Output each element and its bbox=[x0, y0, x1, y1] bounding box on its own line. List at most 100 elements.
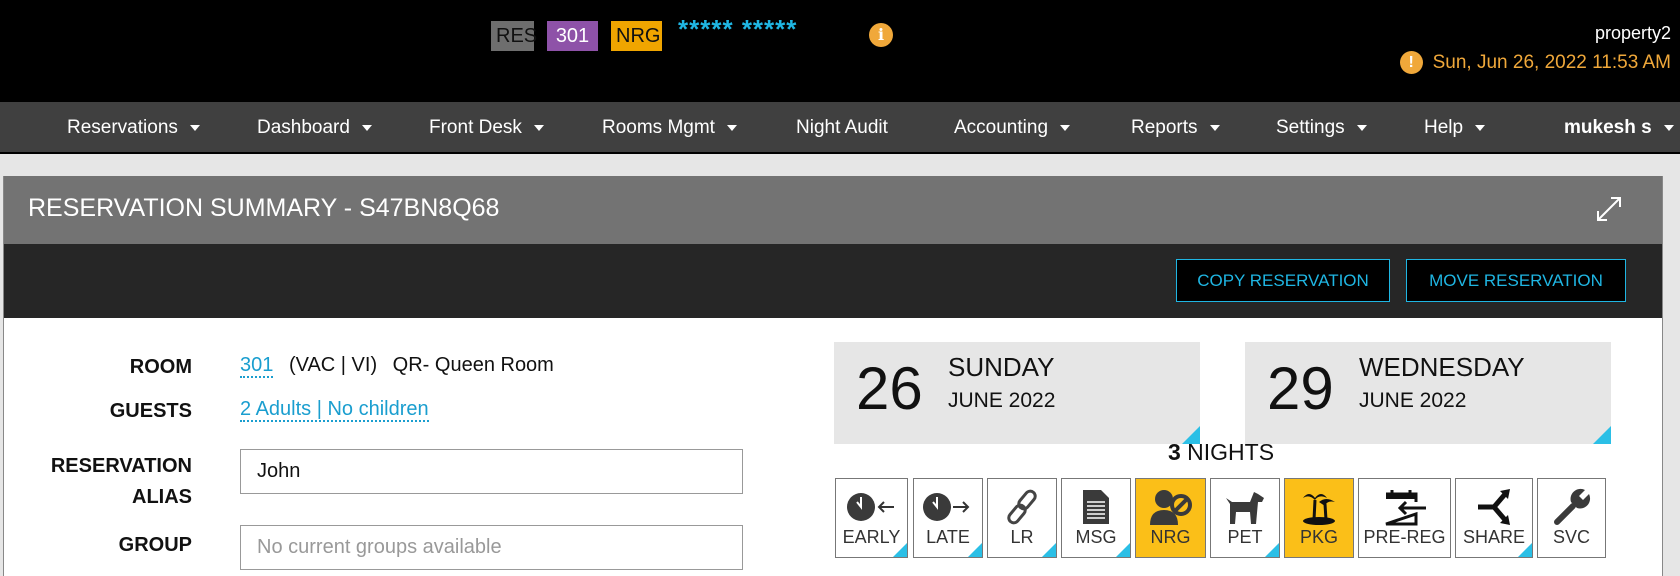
corner-indicator bbox=[1593, 426, 1611, 444]
caret-down-icon bbox=[1475, 124, 1486, 131]
arrival-date-card[interactable]: 26 SUNDAY JUNE 2022 bbox=[834, 342, 1200, 444]
guests-link[interactable]: 2 Adults | No children bbox=[240, 398, 429, 422]
user-blocked-icon bbox=[1149, 490, 1192, 525]
tile-late[interactable]: LATE bbox=[913, 478, 983, 558]
tile-nrg[interactable]: NRG bbox=[1135, 478, 1206, 558]
tile-lr[interactable]: LR bbox=[987, 478, 1057, 558]
nav-label: Settings bbox=[1276, 117, 1345, 138]
dog-icon bbox=[1226, 492, 1264, 524]
alias-label-line1: RESERVATION bbox=[50, 455, 192, 477]
corner-indicator bbox=[893, 543, 907, 557]
info-icon[interactable]: i bbox=[869, 23, 893, 47]
current-datetime: ! Sun, Jun 26, 2022 11:53 AM bbox=[1399, 51, 1671, 74]
caret-down-icon bbox=[1663, 124, 1674, 131]
document-icon bbox=[1083, 490, 1109, 524]
main-nav: Reservations Dashboard Front Desk Rooms … bbox=[0, 102, 1680, 154]
tile-pkg[interactable]: PKG bbox=[1284, 478, 1354, 558]
caret-down-icon bbox=[1060, 124, 1071, 131]
nav-label: Night Audit bbox=[796, 117, 888, 138]
clock-arrow-left-icon bbox=[846, 493, 894, 521]
corner-indicator bbox=[1042, 543, 1056, 557]
caret-down-icon bbox=[533, 124, 544, 131]
nav-label: Front Desk bbox=[429, 117, 522, 138]
guests-label: GUESTS bbox=[109, 400, 192, 422]
nav-rooms-mgmt[interactable]: Rooms Mgmt bbox=[602, 102, 737, 154]
copy-reservation-button[interactable]: COPY RESERVATION bbox=[1176, 259, 1390, 302]
nav-label: Dashboard bbox=[257, 117, 350, 138]
nav-user-menu[interactable]: mukesh s bbox=[1564, 102, 1674, 154]
nights-count: 3 NIGHTS bbox=[1036, 439, 1406, 466]
wrench-icon bbox=[1553, 488, 1590, 525]
panel-title: RESERVATION SUMMARY - S47BN8Q68 bbox=[28, 194, 500, 222]
clock-arrow-right-icon bbox=[923, 493, 970, 521]
corner-indicator bbox=[1518, 543, 1532, 557]
tile-label: PRE-REG bbox=[1363, 527, 1446, 547]
caret-down-icon bbox=[361, 124, 372, 131]
nav-reservations[interactable]: Reservations bbox=[67, 102, 200, 154]
expand-icon[interactable] bbox=[1594, 194, 1624, 224]
room-status: (VAC | VI) bbox=[288, 354, 378, 376]
corner-indicator bbox=[968, 543, 982, 557]
exclamation-icon[interactable]: ! bbox=[1399, 51, 1423, 74]
tile-pet[interactable]: PET bbox=[1210, 478, 1280, 558]
departure-date-card[interactable]: 29 WEDNESDAY JUNE 2022 bbox=[1245, 342, 1611, 444]
departure-month-year: JUNE 2022 bbox=[1359, 389, 1467, 412]
nav-settings[interactable]: Settings bbox=[1276, 102, 1367, 154]
tile-early[interactable]: EARLY bbox=[835, 478, 908, 558]
room-type: QR- Queen Room bbox=[392, 354, 554, 376]
departure-day: 29 bbox=[1267, 355, 1334, 422]
tile-label: SVC bbox=[1552, 527, 1590, 547]
reservation-summary-panel: RESERVATION SUMMARY - S47BN8Q68 COPY RES… bbox=[3, 176, 1663, 576]
arrival-day: 26 bbox=[856, 355, 923, 422]
nav-accounting[interactable]: Accounting bbox=[954, 102, 1071, 154]
caret-down-icon bbox=[726, 124, 737, 131]
nav-help[interactable]: Help bbox=[1424, 102, 1486, 154]
nav-label: Help bbox=[1424, 117, 1464, 138]
datetime-text: Sun, Jun 26, 2022 11:53 AM bbox=[1432, 51, 1671, 73]
user-name: mukesh s bbox=[1564, 117, 1652, 138]
nav-reports[interactable]: Reports bbox=[1131, 102, 1220, 154]
tile-label: PKG bbox=[1299, 527, 1338, 547]
arrival-weekday: SUNDAY bbox=[948, 352, 1055, 382]
tile-share[interactable]: SHARE bbox=[1455, 478, 1533, 558]
room-number-link[interactable]: 301 bbox=[240, 354, 274, 378]
tile-pre-reg[interactable]: PRE-REG bbox=[1358, 478, 1451, 558]
alias-label-line2: ALIAS bbox=[132, 486, 192, 508]
nav-label: Accounting bbox=[954, 117, 1049, 138]
nav-night-audit[interactable]: Night Audit bbox=[796, 102, 888, 154]
property-name: property2 bbox=[1594, 23, 1671, 43]
group-input[interactable] bbox=[240, 525, 743, 570]
room-badge: 301 bbox=[547, 21, 598, 51]
panel-toolbar: COPY RESERVATION MOVE RESERVATION bbox=[4, 244, 1662, 318]
caret-down-icon bbox=[1356, 124, 1367, 131]
nights-number: 3 bbox=[1167, 439, 1181, 465]
caret-down-icon bbox=[1209, 124, 1220, 131]
caret-down-icon bbox=[189, 124, 200, 131]
arrival-month-year: JUNE 2022 bbox=[948, 389, 1056, 412]
room-value: 301 (VAC | VI) QR- Queen Room bbox=[240, 354, 554, 378]
nights-label: NIGHTS bbox=[1187, 439, 1275, 465]
guests-value: 2 Adults | No children bbox=[240, 398, 429, 422]
corner-indicator bbox=[1265, 543, 1279, 557]
share-icon bbox=[1478, 489, 1510, 525]
nav-label: Reports bbox=[1131, 117, 1198, 138]
link-icon bbox=[1007, 489, 1037, 525]
top-header: RES 301 NRG ***** ***** i property2 ! Su… bbox=[0, 0, 1680, 102]
status-badge: NRG bbox=[611, 21, 662, 51]
reservation-alias-input[interactable] bbox=[240, 449, 743, 494]
palm-tree-icon bbox=[1303, 494, 1335, 525]
group-label: GROUP bbox=[118, 534, 192, 556]
corner-indicator bbox=[1116, 543, 1130, 557]
tile-svc[interactable]: SVC bbox=[1537, 478, 1606, 558]
tile-label: NRG bbox=[1150, 527, 1191, 547]
nav-dashboard[interactable]: Dashboard bbox=[257, 102, 372, 154]
nav-label: Rooms Mgmt bbox=[602, 117, 715, 138]
room-label: ROOM bbox=[129, 356, 192, 378]
guest-name-masked: ***** ***** bbox=[678, 14, 798, 44]
tile-msg[interactable]: MSG bbox=[1061, 478, 1131, 558]
nav-front-desk[interactable]: Front Desk bbox=[429, 102, 544, 154]
move-reservation-button[interactable]: MOVE RESERVATION bbox=[1406, 259, 1626, 302]
nav-label: Reservations bbox=[67, 117, 178, 138]
alias-label: RESERVATION ALIAS bbox=[51, 451, 192, 513]
panel-header: RESERVATION SUMMARY - S47BN8Q68 bbox=[4, 176, 1662, 244]
